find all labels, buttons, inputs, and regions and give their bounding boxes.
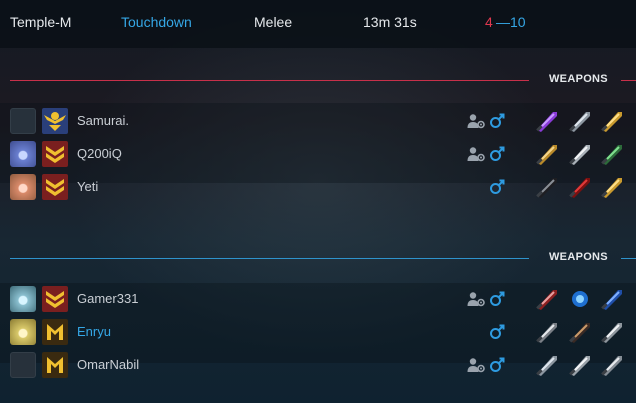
silver-launcher-icon — [566, 108, 594, 134]
game-mode: Touchdown — [121, 14, 192, 30]
red-team-divider — [10, 80, 529, 81]
silver-blade-icon — [598, 319, 626, 345]
player-name[interactable]: OmarNabil — [77, 357, 139, 372]
red-dagger-icon — [533, 286, 561, 312]
empty-prestige-slot — [10, 108, 36, 134]
player-name[interactable]: Yeti — [77, 179, 98, 194]
player-row[interactable]: Gamer331 — [0, 284, 636, 314]
curved-sword-icon — [566, 141, 594, 167]
gold-wings-emblem-icon — [41, 107, 69, 135]
map-name: Temple-M — [10, 14, 72, 30]
add-friend-icon[interactable] — [467, 113, 485, 129]
spiked-blade-icon — [533, 319, 561, 345]
red-claw-icon — [566, 174, 594, 200]
male-gender-icon — [489, 290, 505, 307]
blue-orb-icon — [566, 286, 594, 312]
dark-mace-icon — [566, 319, 594, 345]
player-name[interactable]: Gamer331 — [77, 291, 138, 306]
red-score: 4 — [485, 14, 493, 30]
blue-blade-icon — [598, 286, 626, 312]
green-blade-icon — [598, 141, 626, 167]
male-gender-icon — [489, 323, 505, 340]
player-row[interactable]: OmarNabil — [0, 350, 636, 380]
blue-score: 10 — [510, 14, 526, 30]
purple-blade-icon — [533, 108, 561, 134]
red-team-header: WEAPONS — [0, 71, 636, 91]
male-gender-icon — [489, 178, 505, 195]
player-row[interactable]: Enryu — [0, 317, 636, 347]
empty-prestige-slot — [10, 352, 36, 378]
golden-blade-icon — [598, 108, 626, 134]
tan-stopwatch-icon — [10, 174, 36, 200]
match-duration: 13m 31s — [363, 14, 417, 30]
blue-team-header: WEAPONS — [0, 249, 636, 269]
match-info-bar: Temple-M Touchdown Melee 13m 31s 4 — 10 — [0, 0, 636, 48]
m-emblem-icon — [41, 351, 69, 379]
chevron-rank-icon — [41, 285, 69, 313]
player-name[interactable]: Samurai. — [77, 113, 129, 128]
blue-team-divider — [10, 258, 529, 259]
golden-blade-icon — [598, 174, 626, 200]
male-gender-icon — [489, 145, 505, 162]
add-friend-icon[interactable] — [467, 357, 485, 373]
add-friend-icon[interactable] — [467, 291, 485, 307]
silver-knife-icon — [598, 352, 626, 378]
add-friend-icon[interactable] — [467, 146, 485, 162]
silver-sword-icon — [566, 352, 594, 378]
red-team-divider-cap — [621, 80, 636, 81]
player-row[interactable]: Yeti — [0, 172, 636, 202]
player-name[interactable]: Enryu — [77, 324, 111, 339]
male-gender-icon — [489, 112, 505, 129]
weapons-column-label: WEAPONS — [549, 73, 608, 85]
blue-stopwatch-icon — [10, 141, 36, 167]
player-row[interactable]: Samurai. — [0, 106, 636, 136]
player-row[interactable]: Q200iQ — [0, 139, 636, 169]
chevron-rank-icon — [41, 140, 69, 168]
score-separator: — — [496, 14, 510, 30]
male-gender-icon — [489, 356, 505, 373]
golden-knife-icon — [533, 141, 561, 167]
cyan-stopwatch-icon — [10, 286, 36, 312]
chevron-rank-icon — [41, 173, 69, 201]
player-name[interactable]: Q200iQ — [77, 146, 122, 161]
match-type: Melee — [254, 14, 293, 30]
yellow-headphones-icon — [10, 319, 36, 345]
m-emblem-icon — [41, 318, 69, 346]
weapons-column-label: WEAPONS — [549, 251, 608, 263]
silver-launcher-icon — [533, 352, 561, 378]
dark-knife-icon — [533, 174, 561, 200]
blue-team-divider-cap — [621, 258, 636, 259]
